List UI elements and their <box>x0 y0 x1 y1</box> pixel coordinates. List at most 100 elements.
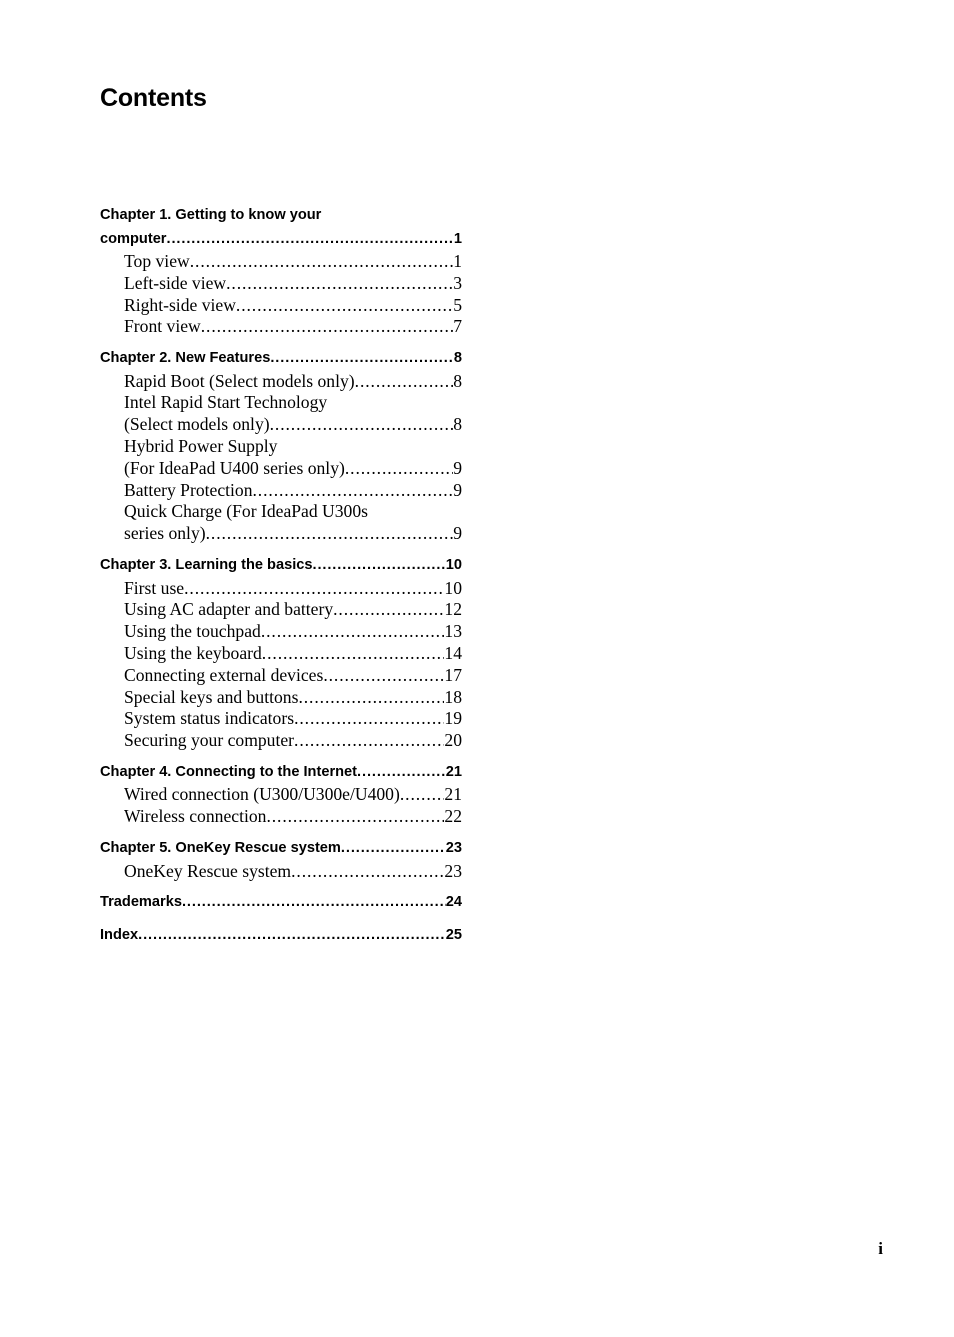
dot-leader <box>190 251 453 273</box>
toc-trademarks-row: Trademarks 24 <box>100 891 462 915</box>
toc-chapter-2-page-number: 8 <box>453 350 462 367</box>
toc-entry-page-number: 18 <box>444 686 462 707</box>
toc-entry-page-number: 14 <box>444 642 462 663</box>
toc-chapter-5-label: Chapter 5. OneKey Rescue system <box>100 840 341 857</box>
toc-chapter-4-label: Chapter 4. Connecting to the Internet <box>100 763 358 780</box>
toc-entry[interactable]: Front view 7 <box>100 316 462 338</box>
toc-entry[interactable]: Intel Rapid Start Technology (Select mode… <box>100 392 462 436</box>
toc-entry-row: (For IdeaPad U400 series only) 9 <box>124 458 462 480</box>
toc-entry[interactable]: Connecting external devices 17 <box>100 665 462 687</box>
dot-leader <box>266 806 444 828</box>
dot-leader <box>291 861 444 883</box>
toc-entry-page-number: 9 <box>453 523 462 544</box>
toc-entry-label: Using the keyboard <box>124 642 262 663</box>
toc-entry[interactable]: Left-side view 3 <box>100 273 462 295</box>
toc-entry[interactable]: Special keys and buttons 18 <box>100 687 462 709</box>
toc-entry[interactable]: Battery Protection 9 <box>100 480 462 502</box>
dot-leader <box>333 599 444 621</box>
toc-index-label: Index <box>100 926 139 943</box>
dot-leader <box>294 708 444 730</box>
dot-leader <box>262 643 445 665</box>
toc-entry-page-number: 21 <box>444 784 462 805</box>
toc-entry-row: First use 10 <box>124 578 462 600</box>
toc-entry-page-number: 1 <box>453 251 462 271</box>
toc-entry-page-number: 9 <box>453 479 462 500</box>
toc-entry-label: series only) <box>124 523 206 544</box>
toc-entry[interactable]: Securing your computer 20 <box>100 730 462 752</box>
dot-leader <box>236 295 453 317</box>
toc-entry-page-number: 19 <box>444 708 462 729</box>
toc-entry[interactable]: OneKey Rescue system 23 <box>100 861 462 883</box>
toc-entry-page-number: 10 <box>444 577 462 598</box>
toc-chapter-1-line: Chapter 1. Getting to know your <box>100 207 322 223</box>
toc-chapter-4-row: Chapter 4. Connecting to the Internet 21 <box>100 761 462 785</box>
toc-entry-row: System status indicators 19 <box>124 708 462 730</box>
toc-entry-page-number: 17 <box>444 664 462 685</box>
toc-entry[interactable]: Top view 1 <box>100 251 462 273</box>
dot-leader <box>345 458 453 480</box>
dot-leader <box>270 414 454 436</box>
toc-entry[interactable]: Right-side view 5 <box>100 295 462 317</box>
toc-entry-label: (For IdeaPad U400 series only) <box>124 457 345 478</box>
toc-entry-line: Hybrid Power Supply <box>124 436 278 457</box>
toc-trademarks[interactable]: Trademarks 24 <box>100 891 462 915</box>
toc-chapter-1-page-number: 1 <box>453 230 462 247</box>
toc-entry[interactable]: Hybrid Power Supply (For IdeaPad U400 ser… <box>100 436 462 480</box>
toc-entry-line: Quick Charge (For IdeaPad U300s <box>124 501 368 522</box>
toc-chapter-5[interactable]: Chapter 5. OneKey Rescue system 23 <box>100 837 462 861</box>
dot-leader <box>400 784 445 806</box>
toc-entry-page-number: 5 <box>453 294 462 315</box>
toc-entry-row: Battery Protection 9 <box>124 480 462 502</box>
toc-entry-label: Wireless connection <box>124 806 267 827</box>
toc-entry[interactable]: Wireless connection 22 <box>100 806 462 828</box>
toc-entry-row: Connecting external devices 17 <box>124 665 462 687</box>
toc-entry-label: System status indicators <box>124 708 295 729</box>
dot-leader <box>312 554 445 578</box>
toc-trademarks-page-number: 24 <box>445 894 462 911</box>
toc-entry-label: Connecting external devices <box>124 664 324 685</box>
toc-entry-page-number: 9 <box>453 457 462 478</box>
toc-entry-row: Securing your computer 20 <box>124 730 462 752</box>
dot-leader <box>182 891 446 915</box>
dot-leader <box>341 837 446 861</box>
dot-leader <box>138 924 446 948</box>
dot-leader <box>226 273 453 295</box>
toc-entry-row: Front view 7 <box>124 316 462 338</box>
toc-entry[interactable]: First use 10 <box>100 578 462 600</box>
toc-entry-label: Front view <box>124 316 201 337</box>
toc-entry[interactable]: System status indicators 19 <box>100 708 462 730</box>
table-of-contents: Chapter 1. Getting to know your computer 1… <box>100 204 462 947</box>
toc-chapter-2-label: Chapter 2. New Features <box>100 350 271 367</box>
toc-entry-page-number: 22 <box>444 806 462 827</box>
toc-entry[interactable]: Rapid Boot (Select models only) 8 <box>100 371 462 393</box>
toc-entry-row: Wireless connection 22 <box>124 806 462 828</box>
toc-index[interactable]: Index 25 <box>100 924 462 948</box>
toc-chapter-3[interactable]: Chapter 3. Learning the basics 10 <box>100 554 462 578</box>
toc-entry-label: Top view <box>124 251 190 271</box>
toc-entry[interactable]: Using AC adapter and battery 12 <box>100 599 462 621</box>
dot-leader <box>184 578 444 600</box>
toc-entry-page-number: 20 <box>444 730 462 751</box>
toc-entry-row: Right-side view 5 <box>124 295 462 317</box>
toc-entry-page-number: 3 <box>453 272 462 293</box>
toc-entry[interactable]: Quick Charge (For IdeaPad U300s series on… <box>100 501 462 545</box>
toc-entry-row: Special keys and buttons 18 <box>124 687 462 709</box>
toc-chapter-1[interactable]: Chapter 1. Getting to know your computer 1 <box>100 204 462 251</box>
toc-chapter-2-row: Chapter 2. New Features 8 <box>100 347 462 371</box>
toc-entry-row: series only) 9 <box>124 523 462 545</box>
dot-leader <box>261 621 445 643</box>
toc-entry-row: Left-side view 3 <box>124 273 462 295</box>
toc-entry[interactable]: Using the keyboard 14 <box>100 643 462 665</box>
toc-entry[interactable]: Using the touchpad 13 <box>100 621 462 643</box>
toc-entry-line: Intel Rapid Start Technology <box>124 392 328 413</box>
toc-chapter-4[interactable]: Chapter 4. Connecting to the Internet 21 <box>100 761 462 785</box>
toc-entry[interactable]: Wired connection (U300/U300e/U400) 21 <box>100 784 462 806</box>
toc-entry-page-number: 23 <box>444 860 462 881</box>
toc-entry-page-number: 12 <box>444 599 462 620</box>
dot-leader <box>355 371 454 393</box>
dot-leader <box>298 687 444 709</box>
toc-chapter-2[interactable]: Chapter 2. New Features 8 <box>100 347 462 371</box>
toc-entry-label: Using the touchpad <box>124 621 261 642</box>
page-folio: i <box>878 1239 883 1258</box>
page-title: Contents <box>100 84 207 112</box>
